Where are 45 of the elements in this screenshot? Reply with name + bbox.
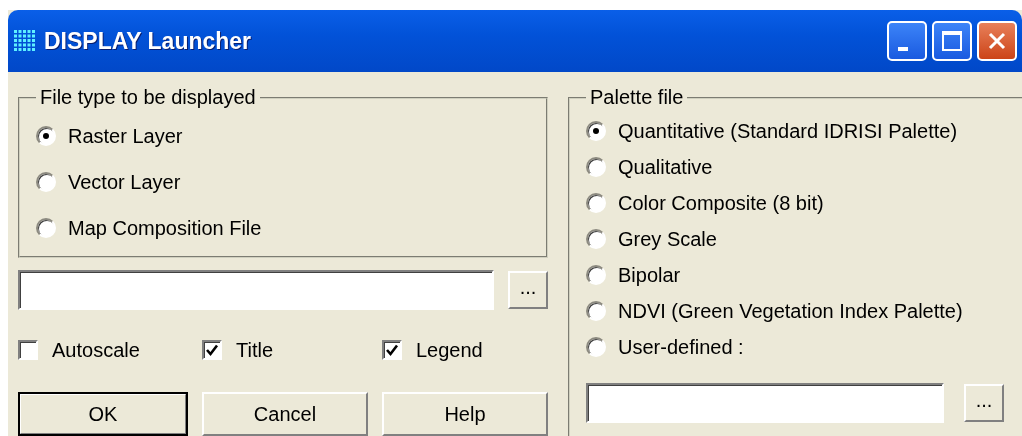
radio-button[interactable] xyxy=(586,301,606,321)
checkbox[interactable] xyxy=(202,340,222,360)
file-path-field[interactable] xyxy=(18,270,494,310)
radio-label[interactable]: Map Composition File xyxy=(68,216,262,240)
radio-label[interactable]: Qualitative xyxy=(618,155,713,179)
palette-path-field[interactable] xyxy=(586,383,944,423)
maximize-button[interactable] xyxy=(932,21,972,61)
checkbox-label[interactable]: Legend xyxy=(416,338,483,362)
radio-button[interactable] xyxy=(36,218,56,238)
radio-label[interactable]: Vector Layer xyxy=(68,170,181,194)
app-icon xyxy=(14,30,36,52)
radio-button[interactable] xyxy=(586,157,606,177)
checkbox[interactable] xyxy=(382,340,402,360)
group-label: Palette file xyxy=(589,86,685,109)
dialog-button[interactable]: Help xyxy=(382,392,548,436)
radio-button[interactable] xyxy=(36,172,56,192)
close-button[interactable] xyxy=(977,21,1017,61)
check-icon xyxy=(385,343,399,357)
radio-button[interactable] xyxy=(36,126,56,146)
check-icon xyxy=(205,343,219,357)
checkbox[interactable] xyxy=(18,340,38,360)
close-icon xyxy=(986,30,1008,52)
checkbox-label[interactable]: Autoscale xyxy=(52,338,140,362)
browse-button[interactable]: ... xyxy=(964,384,1004,422)
minimize-icon xyxy=(898,47,908,51)
radio-label[interactable]: Grey Scale xyxy=(618,227,717,251)
radio-label[interactable]: NDVI (Green Vegetation Index Palette) xyxy=(618,299,963,323)
minimize-button[interactable] xyxy=(887,21,927,61)
radio-label[interactable]: Color Composite (8 bit) xyxy=(618,191,824,215)
window-title: DISPLAY Launcher xyxy=(44,27,253,55)
radio-label[interactable]: Quantitative (Standard IDRISI Palette) xyxy=(618,119,958,143)
radio-label[interactable]: Raster Layer xyxy=(68,124,183,148)
group-label: File type to be displayed xyxy=(39,86,257,109)
radio-button[interactable] xyxy=(586,193,606,213)
radio-button[interactable] xyxy=(586,229,606,249)
radio-label[interactable]: Bipolar xyxy=(618,263,681,287)
checkbox-label[interactable]: Title xyxy=(236,338,274,362)
default-button[interactable]: OK xyxy=(18,392,188,436)
radio-button[interactable] xyxy=(586,121,606,141)
dialog-button[interactable]: Cancel xyxy=(202,392,368,436)
radio-button[interactable] xyxy=(586,337,606,357)
maximize-icon xyxy=(941,30,963,52)
radio-label[interactable]: User-defined : xyxy=(618,335,744,359)
radio-button[interactable] xyxy=(586,265,606,285)
browse-button[interactable]: ... xyxy=(508,271,548,309)
